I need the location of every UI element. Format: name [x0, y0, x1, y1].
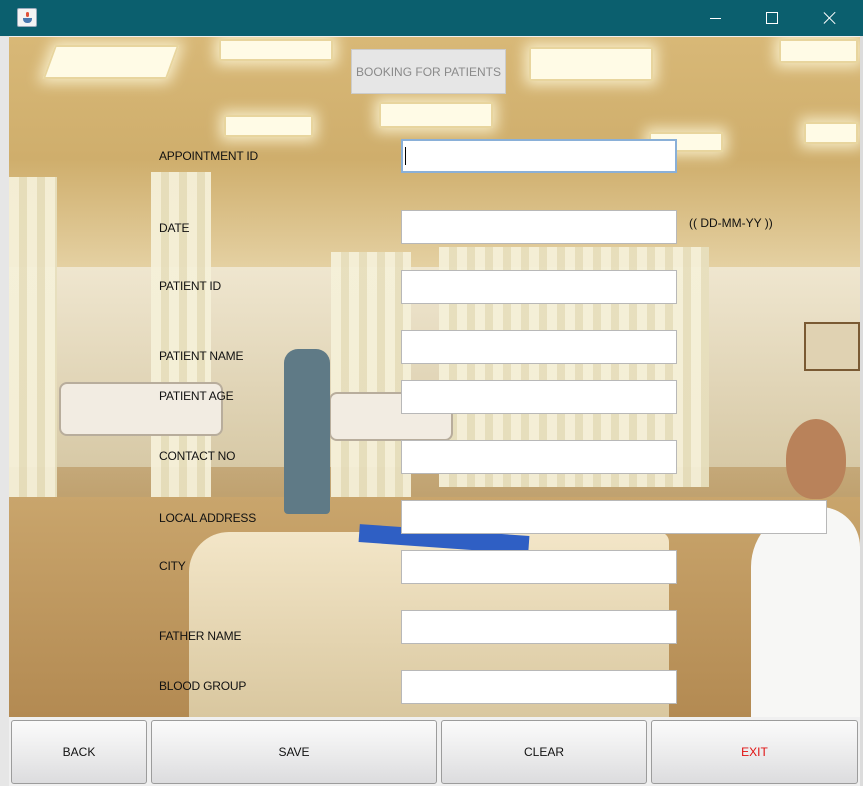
text-caret [405, 147, 406, 165]
ceiling-light [529, 47, 653, 81]
booking-title-button[interactable]: BOOKING FOR PATIENTS [351, 49, 506, 94]
ceiling-light [42, 45, 180, 79]
blood-group-label: BLOOD GROUP [159, 679, 247, 693]
appointment-id-label: APPOINTMENT ID [159, 149, 258, 163]
doctor-head [786, 419, 846, 499]
local-address-label: LOCAL ADDRESS [159, 511, 256, 525]
contact-no-label: CONTACT NO [159, 449, 236, 463]
ceiling-light [779, 39, 858, 63]
window-left-edge [0, 36, 9, 786]
save-button[interactable]: SAVE [151, 720, 437, 784]
maximize-button[interactable] [743, 0, 801, 36]
contact-no-field[interactable] [401, 440, 677, 474]
close-button[interactable] [801, 0, 859, 36]
date-format-hint: (( DD-MM-YY )) [689, 216, 773, 230]
minimize-button[interactable] [686, 0, 744, 36]
maximize-icon [766, 12, 778, 24]
patient-age-label: PATIENT AGE [159, 389, 234, 403]
ceiling-light [379, 102, 493, 128]
curtain [9, 177, 57, 507]
local-address-field[interactable] [401, 500, 827, 534]
back-button[interactable]: BACK [11, 720, 147, 784]
minimize-icon [709, 17, 721, 19]
patient-id-field[interactable] [401, 270, 677, 304]
father-name-label: FATHER NAME [159, 629, 242, 643]
appointment-id-field[interactable] [401, 139, 677, 173]
date-field[interactable] [401, 210, 677, 244]
city-label: CITY [159, 559, 186, 573]
ceiling-light [219, 39, 333, 61]
clear-button[interactable]: CLEAR [441, 720, 647, 784]
father-name-field[interactable] [401, 610, 677, 644]
ceiling-light [224, 115, 313, 137]
patient-id-label: PATIENT ID [159, 279, 222, 293]
city-field[interactable] [401, 550, 677, 584]
exit-button[interactable]: EXIT [651, 720, 858, 784]
patient-name-label: PATIENT NAME [159, 349, 244, 363]
nurse-figure [284, 349, 330, 514]
close-icon [823, 11, 837, 25]
title-bar [0, 0, 863, 36]
curtain [331, 252, 411, 502]
patient-name-field[interactable] [401, 330, 677, 364]
java-cup-icon[interactable] [17, 8, 37, 27]
date-label: DATE [159, 221, 190, 235]
doctor-figure [751, 507, 860, 717]
wall-board [804, 322, 860, 371]
blood-group-field[interactable] [401, 670, 677, 704]
patient-age-field[interactable] [401, 380, 677, 414]
ceiling-light [804, 122, 858, 144]
